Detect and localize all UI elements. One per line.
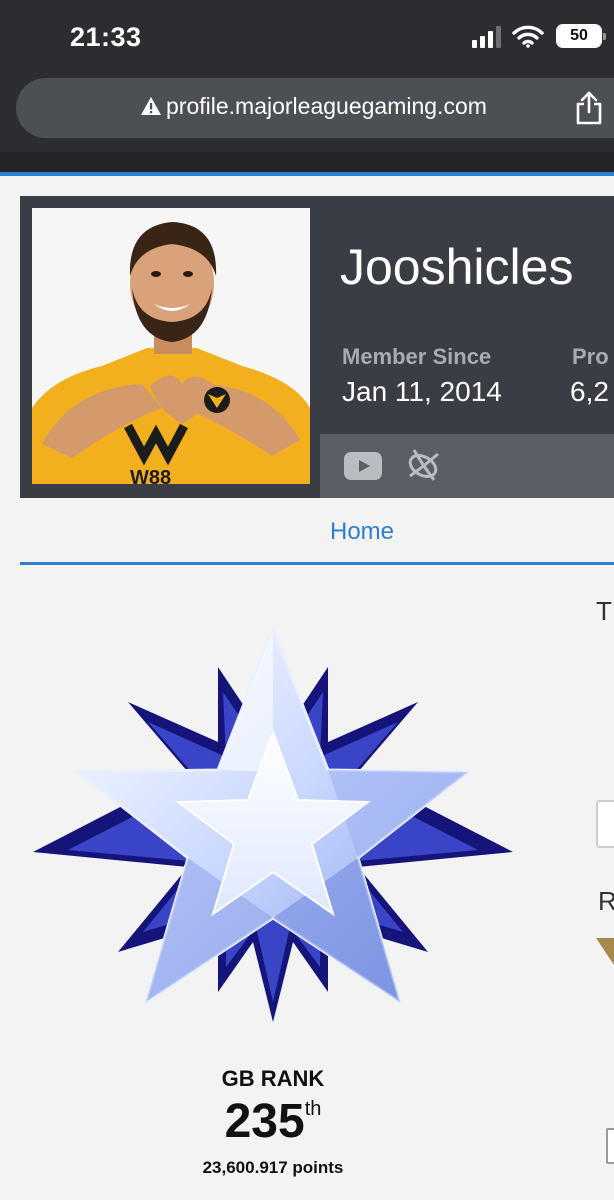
- share-icon[interactable]: [574, 90, 604, 126]
- tab-underline: [20, 562, 614, 565]
- status-time: 21:33: [70, 22, 142, 52]
- social-links-bar: [320, 434, 614, 498]
- url-text: profile.majorleaguegaming.com: [166, 93, 487, 119]
- profile-header: W88 Jooshicles Member Since Jan 11, 2014…: [20, 196, 614, 498]
- side-heading-fragment: T: [596, 596, 612, 626]
- svg-text:W88: W88: [130, 467, 171, 484]
- chrome-divider: [0, 152, 614, 172]
- cellular-signal-icon: [472, 26, 504, 48]
- rank-position: 235th: [0, 1094, 546, 1149]
- profile-stat-label: Pro: [572, 344, 609, 369]
- member-since-label: Member Since: [342, 344, 492, 369]
- side-checkbox-fragment[interactable]: [606, 1128, 614, 1164]
- side-rank-icon-fragment: [596, 938, 614, 965]
- rank-points: 23,600.917 points: [202, 1158, 344, 1177]
- rank-star-emblem: [33, 625, 513, 1022]
- tab-home[interactable]: Home: [20, 518, 614, 546]
- profile-stat-value: 6,2: [570, 376, 609, 407]
- rank-title: GB RANK: [221, 1066, 325, 1091]
- wifi-icon: [512, 25, 544, 48]
- address-bar[interactable]: profile.majorleaguegaming.com: [16, 78, 614, 138]
- warning-icon: [141, 97, 161, 115]
- youtube-icon[interactable]: [344, 452, 382, 480]
- browser-chrome: 21:33 50 profile.majorleaguegaming.com: [0, 0, 614, 174]
- side-section-fragment: R: [598, 886, 614, 916]
- battlenet-icon[interactable]: [404, 446, 442, 486]
- side-input-fragment[interactable]: [596, 800, 614, 848]
- accent-line: [0, 172, 614, 176]
- rank-number: 235: [224, 1095, 305, 1148]
- username: Jooshicles: [340, 239, 574, 295]
- battery-indicator: 50: [556, 24, 606, 48]
- rank-suffix: th: [304, 1098, 322, 1120]
- avatar: W88: [32, 208, 310, 484]
- member-since-value: Jan 11, 2014: [342, 376, 502, 407]
